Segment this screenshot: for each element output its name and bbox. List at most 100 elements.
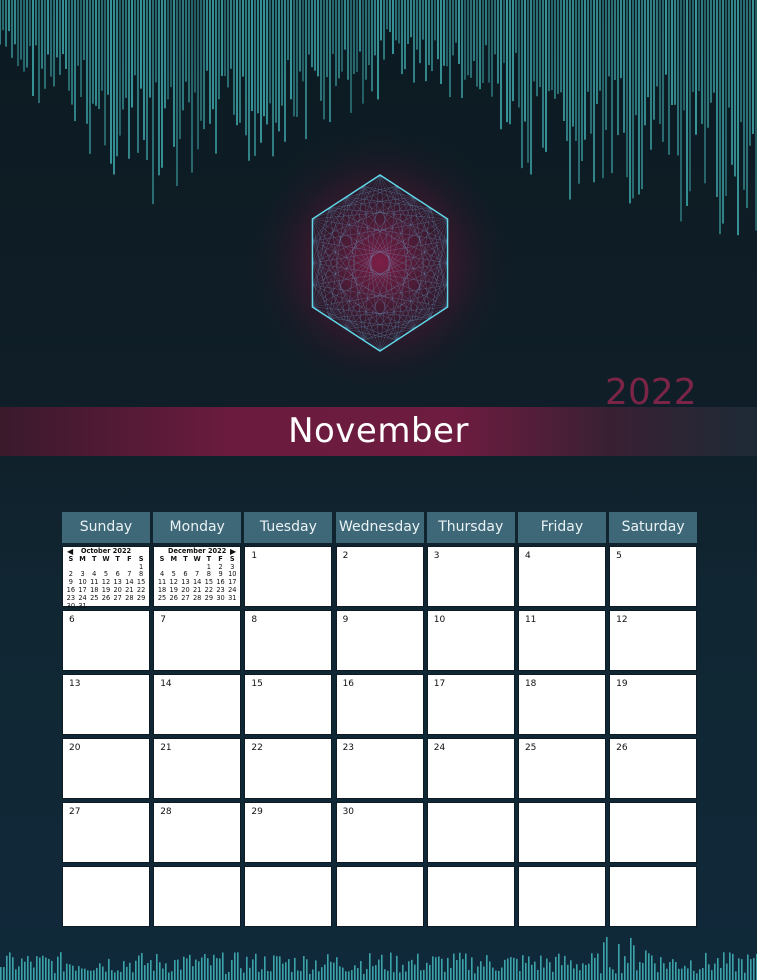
decorative-bar — [594, 957, 596, 980]
day-cell[interactable]: 23 — [335, 738, 424, 799]
day-cell[interactable]: 21 — [153, 738, 242, 799]
decorative-bar — [237, 952, 239, 980]
day-number: 7 — [160, 615, 166, 625]
decorative-bar — [27, 956, 29, 980]
day-cell[interactable]: ◀ October 2022 S M T W T F S 1 2 3 4 5 6 7 8 9 10 11 12 13 14 1… — [62, 546, 150, 609]
decorative-bar — [621, 973, 623, 980]
decorative-bar — [144, 965, 146, 980]
decorative-bar — [312, 969, 314, 980]
decorative-bar — [732, 953, 734, 980]
decorative-bar — [183, 956, 185, 980]
day-cell[interactable]: 29 — [244, 802, 333, 863]
day-cell[interactable] — [244, 866, 333, 927]
day-cell[interactable]: 13 — [62, 674, 150, 735]
day-cell[interactable]: 26 — [609, 738, 698, 799]
day-cell[interactable]: 14 — [153, 674, 242, 735]
day-cell[interactable] — [517, 802, 606, 863]
decorative-bar — [201, 957, 203, 980]
mini-day: 29 — [136, 593, 146, 602]
decorative-bar — [474, 973, 476, 980]
day-cell[interactable]: 11 — [517, 610, 606, 671]
day-cell[interactable]: 8 — [244, 610, 333, 671]
decorative-bar — [69, 964, 71, 980]
weekday-header: Thursday — [426, 512, 515, 543]
day-cell[interactable]: ▶ December 2022 S M T W T F S 1 2 3 4 5 6 7 8 9 10 11 12 13 14… — [153, 546, 242, 607]
day-cell[interactable]: 9 — [335, 610, 424, 671]
decorative-bar — [465, 953, 467, 980]
decorative-bar — [489, 961, 491, 980]
decorative-bar — [459, 952, 461, 980]
decorative-bar — [12, 957, 14, 980]
mini-weekday: S — [159, 554, 165, 563]
decorative-bar — [171, 971, 173, 980]
decorative-bar — [48, 958, 50, 980]
day-cell[interactable]: 19 — [609, 674, 698, 735]
decorative-bar — [390, 952, 392, 980]
day-cell[interactable] — [517, 866, 606, 927]
decorative-bar — [90, 970, 92, 980]
day-cell[interactable]: 4 — [517, 546, 606, 607]
day-cell[interactable] — [62, 866, 150, 927]
day-cell[interactable]: 30 — [335, 802, 424, 863]
day-cell[interactable]: 5 — [609, 546, 698, 607]
day-cell[interactable]: 7 — [153, 610, 242, 671]
mini-day: 25 — [157, 593, 167, 602]
weekday-header: Tuesday — [244, 512, 333, 543]
decorative-bar — [735, 971, 737, 980]
decorative-bar — [153, 970, 155, 980]
decorative-bar — [360, 960, 362, 980]
day-cell[interactable]: 25 — [517, 738, 606, 799]
day-cell[interactable] — [609, 866, 698, 927]
day-cell[interactable]: 1 — [244, 546, 333, 607]
decorative-bar — [633, 945, 635, 980]
day-cell[interactable] — [426, 802, 515, 863]
day-cell[interactable]: 28 — [153, 802, 242, 863]
decorative-bar — [579, 970, 581, 980]
decorative-bar — [531, 964, 533, 980]
decorative-bar — [249, 967, 251, 980]
day-cell[interactable]: 22 — [244, 738, 333, 799]
decorative-bar — [123, 961, 125, 980]
decorative-bar — [528, 956, 530, 980]
day-number: 12 — [616, 615, 628, 625]
day-cell[interactable]: 16 — [335, 674, 424, 735]
mini-day: 29 — [204, 593, 214, 602]
decorative-bar — [525, 962, 527, 980]
day-cell[interactable]: 17 — [426, 674, 515, 735]
decorative-bar — [675, 962, 677, 980]
day-cell[interactable]: 15 — [244, 674, 333, 735]
decorative-bar — [216, 958, 218, 980]
day-cell[interactable]: 27 — [62, 802, 150, 863]
decorative-bar — [363, 973, 365, 980]
day-cell[interactable]: 24 — [426, 738, 515, 799]
decorative-bar — [432, 956, 434, 980]
day-cell[interactable]: 20 — [62, 738, 150, 799]
day-cell[interactable] — [609, 802, 698, 863]
decorative-bar — [447, 957, 449, 980]
day-cell[interactable] — [426, 866, 515, 927]
day-cell[interactable]: 2 — [335, 546, 424, 607]
decorative-bar — [156, 953, 158, 980]
day-cell[interactable]: 6 — [62, 610, 150, 671]
decorative-bar — [501, 967, 503, 980]
left-arrow-icon[interactable]: ◀ — [67, 548, 73, 556]
right-arrow-icon[interactable]: ▶ — [230, 548, 236, 556]
decorative-bar — [21, 958, 23, 980]
decorative-bar — [726, 963, 728, 980]
decorative-bar — [180, 969, 182, 980]
day-cell[interactable]: 18 — [517, 674, 606, 735]
decorative-bar — [168, 972, 170, 980]
day-cell[interactable] — [335, 866, 424, 927]
decorative-bar — [480, 961, 482, 980]
day-cell[interactable]: 3 — [426, 546, 515, 607]
day-cell[interactable]: 12 — [609, 610, 698, 671]
decorative-bar — [648, 953, 650, 980]
decorative-bar — [327, 954, 329, 980]
day-cell[interactable]: 10 — [426, 610, 515, 671]
day-cell[interactable] — [153, 866, 242, 927]
decorative-bar — [420, 970, 422, 980]
decorative-bar — [30, 961, 32, 980]
decorative-bar — [678, 968, 680, 980]
decorative-bar — [45, 957, 47, 980]
decorative-bar — [657, 972, 659, 980]
